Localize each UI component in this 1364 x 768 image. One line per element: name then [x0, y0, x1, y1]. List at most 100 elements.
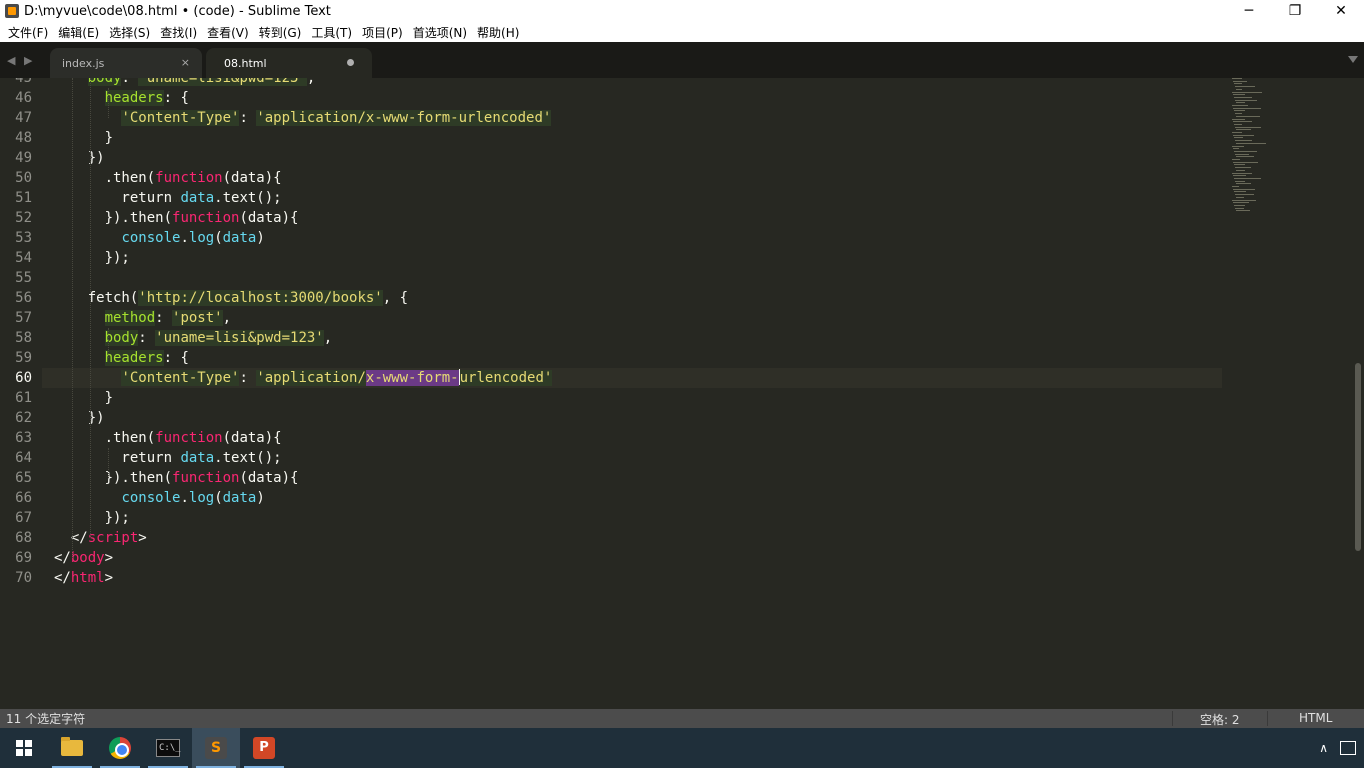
minimize-button[interactable]: ─: [1226, 0, 1272, 22]
tab-prev-icon[interactable]: ◀: [7, 54, 15, 67]
minimap-line: [1234, 204, 1245, 206]
menu-goto[interactable]: 转到(G): [255, 24, 306, 41]
code-line[interactable]: }: [54, 128, 113, 148]
status-divider: [1267, 711, 1268, 726]
menu-edit[interactable]: 编辑(E): [54, 24, 103, 41]
code-line[interactable]: .then(function(data){: [54, 168, 282, 188]
selection-count: 11 个选定字符: [6, 712, 86, 726]
sublime-text-icon: S: [205, 737, 227, 759]
code-line[interactable]: </script>: [54, 528, 147, 548]
line-number: 62: [15, 410, 32, 426]
code-line[interactable]: console.log(data): [54, 228, 264, 248]
minimap-line: [1236, 142, 1266, 144]
code-line[interactable]: }: [54, 388, 113, 408]
code-line[interactable]: }): [54, 408, 105, 428]
line-number: 63: [15, 430, 32, 446]
line-number: 68: [15, 530, 32, 546]
vertical-scrollbar[interactable]: [1352, 78, 1364, 709]
menu-preferences[interactable]: 首选项(N): [409, 24, 471, 41]
line-number: 50: [15, 170, 32, 186]
minimap-line: [1236, 129, 1251, 131]
line-number: 65: [15, 470, 32, 486]
minimap-line: [1232, 78, 1242, 79]
code-line[interactable]: method: 'post',: [54, 308, 231, 328]
menu-tools[interactable]: 工具(T): [307, 24, 356, 41]
code-line[interactable]: body: 'uname=lisi&pwd=123',: [54, 78, 315, 88]
action-center-icon[interactable]: [1340, 741, 1356, 755]
menu-project[interactable]: 项目(P): [358, 24, 407, 41]
code-line[interactable]: fetch('http://localhost:3000/books', {: [54, 288, 408, 308]
tab-08-html[interactable]: 08.html: [206, 48, 372, 78]
code-line[interactable]: }): [54, 148, 105, 168]
menu-find[interactable]: 查找(I): [156, 24, 201, 41]
status-divider: [1172, 711, 1173, 726]
code-line[interactable]: console.log(data): [54, 488, 264, 508]
line-number: 61: [15, 390, 32, 406]
code-line[interactable]: </html>: [54, 568, 113, 588]
menu-file[interactable]: 文件(F): [4, 24, 52, 41]
minimap-line: [1233, 121, 1252, 123]
minimap-line: [1235, 153, 1249, 155]
code-line[interactable]: return data.text();: [54, 448, 281, 468]
indentation-setting[interactable]: 空格: 2: [1200, 711, 1240, 728]
minimap-line: [1236, 102, 1245, 104]
line-number: 47: [15, 110, 32, 126]
taskbar-chrome[interactable]: [96, 728, 144, 768]
code-line[interactable]: headers: {: [54, 348, 189, 368]
menu-help[interactable]: 帮助(H): [473, 24, 523, 41]
taskbar-sublime-text[interactable]: S: [192, 728, 240, 768]
minimap-line: [1234, 123, 1242, 125]
line-number: 53: [15, 230, 32, 246]
maximize-button[interactable]: ❐: [1272, 0, 1318, 22]
minimap-line: [1235, 167, 1251, 169]
code-line[interactable]: });: [54, 248, 130, 268]
minimap-line: [1234, 83, 1242, 85]
chrome-icon: [109, 737, 131, 759]
scrollbar-thumb[interactable]: [1355, 363, 1361, 551]
code-line[interactable]: headers: {: [54, 88, 189, 108]
code-line[interactable]: .then(function(data){: [54, 428, 282, 448]
minimap[interactable]: [1230, 78, 1300, 218]
code-line[interactable]: 'Content-Type': 'application/x-www-form-…: [54, 108, 552, 128]
minimap-line: [1234, 110, 1245, 112]
editor-area[interactable]: 45 46 47 48 49 50 51 52 53 54 55 56 57 58 59 60 61 62 63 64…: [0, 78, 1364, 709]
minimap-line: [1232, 145, 1244, 147]
minimap-line: [1235, 113, 1242, 115]
code-line[interactable]: 'Content-Type': 'application/x-www-form-…: [54, 368, 553, 388]
line-number: 48: [15, 130, 32, 146]
file-explorer-icon: [61, 737, 83, 756]
minimap-line: [1234, 96, 1252, 98]
taskbar-powerpoint[interactable]: P: [240, 728, 288, 768]
code-line[interactable]: body: 'uname=lisi&pwd=123',: [54, 328, 332, 348]
tab-index-js[interactable]: index.js ×: [50, 48, 202, 78]
menu-selection[interactable]: 选择(S): [105, 24, 154, 41]
minimap-line: [1232, 118, 1245, 120]
taskbar-file-explorer[interactable]: [48, 728, 96, 768]
line-number: 64: [15, 450, 32, 466]
start-button[interactable]: [0, 728, 48, 768]
line-number: 60: [15, 370, 32, 386]
unsaved-dot-icon[interactable]: [347, 59, 354, 66]
close-button[interactable]: ✕: [1318, 0, 1364, 22]
syntax-selector[interactable]: HTML: [1299, 711, 1332, 725]
line-number: 58: [15, 330, 32, 346]
code-view[interactable]: body: 'uname=lisi&pwd=123', headers: { '…: [54, 78, 1224, 709]
tab-close-icon[interactable]: ×: [181, 56, 190, 69]
code-line[interactable]: });: [54, 508, 130, 528]
code-line[interactable]: </body>: [54, 548, 113, 568]
minimap-line: [1236, 210, 1250, 212]
minimap-line: [1235, 140, 1252, 142]
minimap-line: [1233, 202, 1249, 204]
powerpoint-icon: P: [253, 737, 275, 759]
minimap-line: [1233, 188, 1255, 190]
line-number: 49: [15, 150, 32, 166]
code-line[interactable]: return data.text();: [54, 188, 281, 208]
tray-chevron-icon[interactable]: ∧: [1319, 741, 1328, 755]
windows-logo-icon: [16, 740, 32, 756]
menu-view[interactable]: 查看(V): [203, 24, 253, 41]
tab-list-chevron-icon[interactable]: [1348, 56, 1358, 63]
taskbar-cmd[interactable]: C:\_: [144, 728, 192, 768]
minimap-line: [1236, 183, 1251, 185]
indent-guide: [108, 448, 109, 478]
tab-next-icon[interactable]: ▶: [24, 54, 32, 67]
